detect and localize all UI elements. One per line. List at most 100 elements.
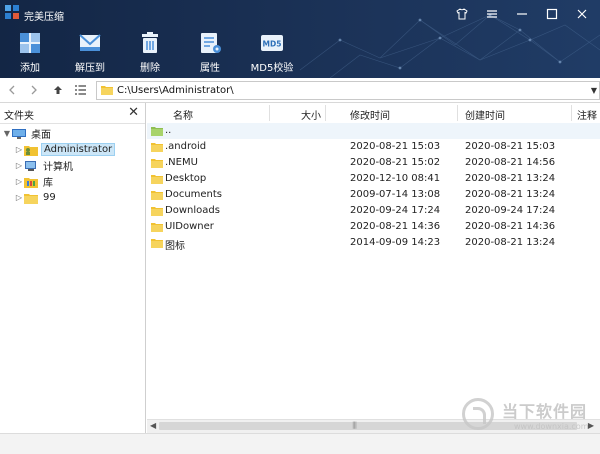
- file-created: 2020-08-21 14:56: [465, 157, 556, 168]
- forward-arrow-icon: [31, 85, 37, 95]
- column-size[interactable]: 大小: [301, 107, 321, 122]
- path-input[interactable]: C:\Users\Administrator\ ▼: [96, 81, 600, 100]
- file-row[interactable]: .NEMU 2020-08-21 15:02 2020-08-21 14:56: [147, 155, 600, 171]
- parent-folder-row[interactable]: ..: [147, 123, 600, 139]
- toolbar: 添加 解压到 删除 属性 MD5 MD5校验: [0, 28, 304, 76]
- file-created: 2020-08-21 13:24: [465, 237, 556, 248]
- delete-button[interactable]: 删除: [120, 28, 180, 76]
- library-icon: [24, 177, 38, 188]
- file-row[interactable]: .android 2020-08-21 15:03 2020-08-21 15:03: [147, 139, 600, 155]
- file-name: UIDowner: [165, 221, 214, 232]
- file-name: .android: [165, 141, 207, 152]
- folder-icon: [151, 143, 163, 152]
- folder-icon: [151, 159, 163, 168]
- path-dropdown-icon[interactable]: ▼: [591, 86, 597, 95]
- extract-envelope-icon: [79, 34, 101, 51]
- scroll-left-icon[interactable]: ◀: [150, 421, 156, 430]
- file-modified: 2020-09-24 17:24: [350, 205, 441, 216]
- file-row[interactable]: Desktop 2020-12-10 08:41 2020-08-21 13:24: [147, 171, 600, 187]
- file-created: 2020-08-21 15:03: [465, 141, 556, 152]
- tree-item-library[interactable]: ▷ 库: [14, 174, 55, 189]
- file-list: 名称 大小 修改时间 创建时间 注释 .. .android 2020-08-21…: [147, 103, 600, 419]
- file-modified: 2020-08-21 15:02: [350, 157, 441, 168]
- file-created: 2020-09-24 17:24: [465, 205, 556, 216]
- folder-panel-close-icon[interactable]: ✕: [128, 105, 139, 120]
- file-name: Documents: [165, 189, 223, 200]
- add-button[interactable]: 添加: [0, 28, 60, 76]
- computer-icon: [25, 160, 36, 171]
- tree-item-99[interactable]: ▷ 99: [14, 190, 58, 205]
- add-icon: [20, 33, 40, 53]
- properties-label: 属性: [200, 63, 220, 74]
- file-name: Desktop: [165, 173, 207, 184]
- md5-icon: MD5: [261, 35, 283, 51]
- watermark-logo-icon: [462, 398, 494, 430]
- view-list-button[interactable]: [70, 80, 90, 100]
- skin-button[interactable]: [450, 4, 474, 24]
- up-arrow-icon: [54, 86, 62, 94]
- desktop-icon: [12, 128, 26, 139]
- column-modified[interactable]: 修改时间: [350, 107, 390, 122]
- tree-item-label: 99: [43, 192, 56, 203]
- back-button[interactable]: [2, 80, 22, 100]
- tree-item-administrator[interactable]: ▷ Administrator: [14, 142, 116, 157]
- file-modified: 2020-12-10 08:41: [350, 173, 441, 184]
- tree-expand-icon[interactable]: ▷: [14, 193, 24, 202]
- tree-expand-icon[interactable]: ▷: [14, 177, 24, 186]
- parent-folder-label: ..: [165, 125, 172, 136]
- folder-panel-title: 文件夹: [4, 111, 34, 122]
- trash-icon: [142, 32, 158, 53]
- tree-item-label: 库: [43, 178, 53, 189]
- file-created: 2020-08-21 13:24: [465, 173, 556, 184]
- watermark-text: 当下软件园: [502, 402, 588, 421]
- md5-check-label: MD5校验: [250, 63, 294, 74]
- user-folder-icon: [24, 145, 38, 156]
- watermark: 当下软件园 www.downxia.com: [462, 396, 592, 436]
- up-button[interactable]: [48, 80, 68, 100]
- file-row[interactable]: Documents 2009-07-14 13:08 2020-08-21 13:2…: [147, 187, 600, 203]
- app-logo-icon: [5, 5, 19, 19]
- column-created[interactable]: 创建时间: [465, 107, 505, 122]
- md5-check-button[interactable]: MD5 MD5校验: [240, 28, 304, 76]
- minimize-icon: [517, 13, 527, 15]
- folder-icon: [151, 239, 163, 248]
- title-bar: 完美压缩 添加 解压到 删除 属性 MD5 MD5校验: [0, 0, 600, 78]
- file-name: .NEMU: [165, 157, 198, 168]
- forward-button[interactable]: [24, 80, 44, 100]
- file-row[interactable]: 图标 2014-09-09 14:23 2020-08-21 13:24: [147, 235, 600, 252]
- tree-item-label: 桌面: [31, 130, 51, 141]
- path-text: C:\Users\Administrator\: [117, 85, 234, 96]
- parent-folder-icon: [151, 127, 163, 136]
- folder-panel-header: 文件夹 ✕: [0, 103, 145, 124]
- column-name[interactable]: 名称: [173, 107, 193, 122]
- menu-button[interactable]: [480, 4, 504, 24]
- tree-collapse-icon[interactable]: ▼: [2, 129, 12, 138]
- menu-icon: [487, 10, 497, 18]
- tree-item-computer[interactable]: ▷ 计算机: [14, 158, 75, 173]
- properties-button[interactable]: 属性: [180, 28, 240, 76]
- tree-item-desktop[interactable]: ▼ 桌面: [2, 126, 53, 141]
- folder-icon: [151, 223, 163, 232]
- minimize-button[interactable]: [510, 4, 534, 24]
- tree-expand-icon[interactable]: ▷: [14, 161, 24, 170]
- file-row[interactable]: Downloads 2020-09-24 17:24 2020-09-24 17:2…: [147, 203, 600, 219]
- md5-badge-text: MD5: [263, 40, 282, 49]
- file-modified: 2009-07-14 13:08: [350, 189, 441, 200]
- list-view-icon: [74, 85, 86, 95]
- file-modified: 2020-08-21 15:03: [350, 141, 441, 152]
- window-controls: [450, 4, 594, 24]
- column-divider[interactable]: [269, 105, 270, 121]
- file-row[interactable]: UIDowner 2020-08-21 14:36 2020-08-21 14:36: [147, 219, 600, 235]
- column-divider[interactable]: [571, 105, 572, 121]
- maximize-icon: [546, 8, 558, 20]
- close-button[interactable]: [570, 4, 594, 24]
- maximize-button[interactable]: [540, 4, 564, 24]
- tree-expand-icon[interactable]: ▷: [14, 145, 24, 154]
- app-title: 完美压缩: [24, 12, 64, 23]
- column-note[interactable]: 注释: [577, 107, 597, 122]
- column-divider[interactable]: [325, 105, 326, 121]
- extract-to-button[interactable]: 解压到: [60, 28, 120, 76]
- status-bar: [0, 433, 600, 454]
- file-name: 图标: [165, 241, 185, 252]
- column-divider[interactable]: [457, 105, 458, 121]
